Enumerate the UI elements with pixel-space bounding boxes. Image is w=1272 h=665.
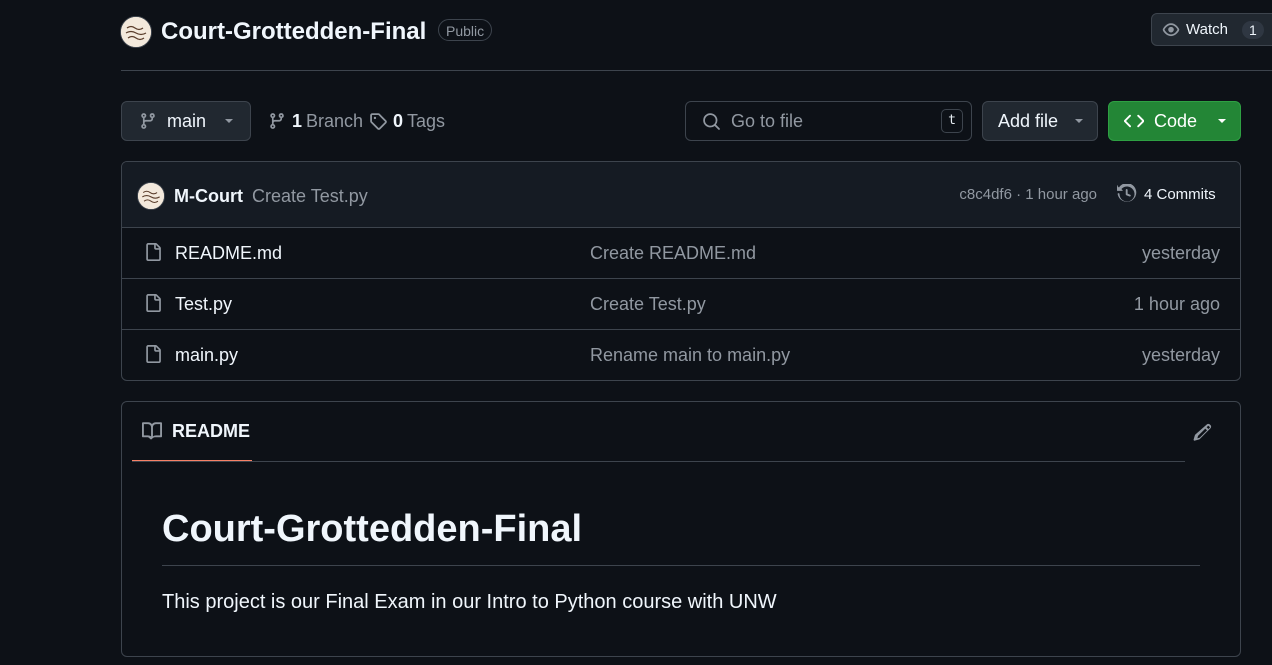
watch-button[interactable]: Watch 1 <box>1151 13 1272 46</box>
tags-count: 0 <box>393 110 404 131</box>
git-branch-icon <box>139 112 157 130</box>
repo-owner-avatar[interactable] <box>120 16 152 48</box>
branches-link[interactable]: 1 Branch <box>268 109 363 133</box>
file-updated-time: 1 hour ago <box>1133 294 1220 314</box>
file-icon <box>144 242 162 262</box>
header-divider <box>121 70 1272 71</box>
file-list: M-Court Create Test.py c8c4df6 · 1 hour … <box>121 161 1241 381</box>
file-commit-message[interactable]: Create Test.py <box>590 294 706 315</box>
book-icon <box>142 421 162 441</box>
latest-commit-bar: M-Court Create Test.py c8c4df6 · 1 hour … <box>122 162 1240 228</box>
readme-paragraph: This project is our Final Exam in our In… <box>162 591 777 613</box>
readme-panel: README Court-Grottedden-Final This proje… <box>121 401 1241 657</box>
branch-label: Branch <box>306 110 364 131</box>
tab-divider <box>132 461 1185 462</box>
shortcut-key: t <box>941 109 963 133</box>
file-name[interactable]: Test.py <box>175 294 232 315</box>
branch-selector-button[interactable]: main <box>121 101 251 141</box>
add-file-button[interactable]: Add file <box>982 101 1098 141</box>
repo-title[interactable]: Court-Grottedden-Final <box>161 16 426 48</box>
commit-hash-time[interactable]: c8c4df6 · 1 hour ago <box>959 186 1097 203</box>
branch-count: 1 <box>292 110 303 131</box>
file-icon <box>144 293 162 313</box>
file-row[interactable]: Test.py Create Test.py 1 hour ago <box>122 279 1240 330</box>
pencil-icon[interactable] <box>1193 422 1213 442</box>
chevron-down-icon <box>224 116 234 126</box>
file-name[interactable]: main.py <box>175 345 238 366</box>
tags-label: Tags <box>407 110 446 131</box>
go-to-file-input[interactable]: Go to file t <box>685 101 972 141</box>
file-name[interactable]: README.md <box>175 243 282 264</box>
readme-tab-label: README <box>172 420 251 441</box>
readme-heading: Court-Grottedden-Final <box>162 508 583 550</box>
file-icon <box>144 344 162 364</box>
search-placeholder: Go to file <box>731 110 804 131</box>
commit-message[interactable]: Create Test.py <box>252 186 368 207</box>
git-branch-icon <box>268 112 286 130</box>
code-icon <box>1124 111 1144 131</box>
tag-icon <box>369 112 388 131</box>
chevron-down-icon <box>1217 116 1227 126</box>
history-icon <box>1117 184 1137 204</box>
code-label: Code <box>1154 110 1198 131</box>
search-icon <box>702 112 721 131</box>
visibility-badge: Public <box>438 19 493 41</box>
file-updated-time: yesterday <box>1141 243 1220 263</box>
chevron-down-icon <box>1074 116 1084 126</box>
file-row[interactable]: main.py Rename main to main.py yesterday <box>122 330 1240 380</box>
readme-heading-rule <box>162 565 1200 566</box>
file-updated-time: yesterday <box>1141 345 1220 365</box>
file-commit-message[interactable]: Rename main to main.py <box>590 345 790 366</box>
add-file-label: Add file <box>998 110 1059 131</box>
eye-icon <box>1162 21 1180 39</box>
commits-count: 4 Commits <box>1144 185 1216 203</box>
commits-link[interactable]: 4 Commits <box>1117 184 1216 204</box>
file-commit-message[interactable]: Create README.md <box>590 243 756 264</box>
branch-name: main <box>167 110 207 131</box>
tab-readme[interactable]: README <box>132 402 252 462</box>
code-button[interactable]: Code <box>1108 101 1241 141</box>
file-row[interactable]: README.md Create README.md yesterday <box>122 228 1240 279</box>
watch-count: 1 <box>1241 20 1264 39</box>
commit-author-avatar[interactable] <box>137 182 165 210</box>
tags-link[interactable]: 0 Tags <box>369 109 445 133</box>
watch-label: Watch <box>1186 21 1228 38</box>
commit-author[interactable]: M-Court <box>174 186 243 207</box>
